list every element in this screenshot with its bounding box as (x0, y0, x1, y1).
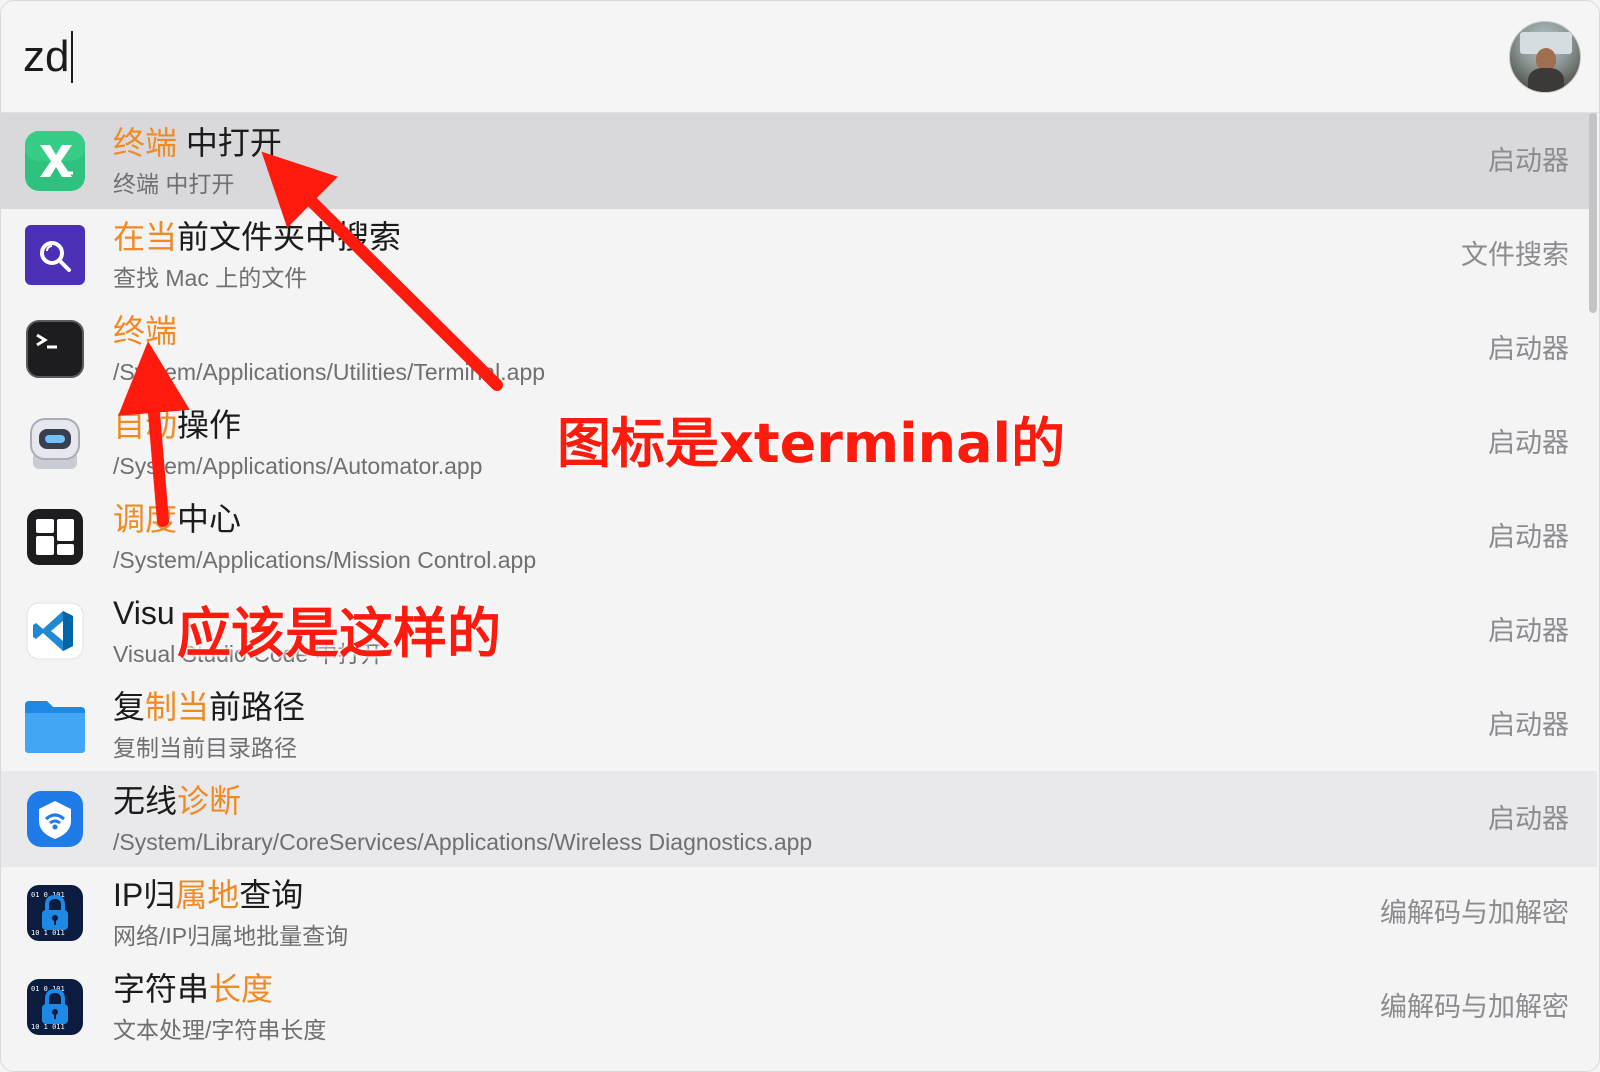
result-subtitle: 复制当前目录路径 (113, 735, 297, 761)
title-text: 前文件夹中搜索 (177, 219, 402, 255)
result-title: 调度中心 (113, 499, 241, 539)
result-subtitle: /System/Applications/Mission Control.app (113, 547, 537, 573)
title-match-highlight: 在当 (113, 219, 178, 255)
title-text: 中心 (177, 501, 242, 537)
launcher-window: zd 终端 中打开 终端 中打开 启动器 在当前文件夹中搜索 查找 Mac 上的… (0, 0, 1600, 1072)
title-match-highlight: 自动 (113, 407, 178, 443)
file-search-icon (23, 223, 87, 287)
result-subtitle: 终端 中打开 (113, 171, 235, 197)
mission-control-icon (23, 505, 87, 569)
scrollbar[interactable] (1589, 113, 1597, 1071)
result-row[interactable]: 01 0 101 10 1 011 IP归属地查询 网络/IP归属地批量查询 编… (1, 865, 1597, 961)
result-subtitle: /System/Applications/Utilities/Terminal.… (113, 359, 546, 385)
result-subtitle: 查找 Mac 上的文件 (113, 265, 308, 291)
title-match-highlight: 终端 (113, 125, 178, 161)
scroll-thumb[interactable] (1589, 113, 1597, 313)
result-title: 自动操作 (113, 405, 241, 445)
title-match-highlight: 长度 (209, 971, 274, 1007)
result-category: 启动器 (1488, 616, 1569, 646)
result-title: 复制当前路径 (113, 687, 305, 727)
result-row[interactable]: 01 0 101 10 1 011 字符串长度 文本处理/字符串长度 编解码与加… (1, 959, 1597, 1055)
vscode-icon (23, 599, 87, 663)
result-title: 终端 中打开 (113, 123, 282, 163)
title-text: 无线 (113, 783, 178, 819)
title-text: IP归 (113, 877, 176, 913)
search-query: zd (23, 32, 70, 81)
lock-code-icon: 01 0 101 10 1 011 (23, 881, 87, 945)
result-title: 终端 (113, 311, 177, 351)
terminal-icon (23, 317, 87, 381)
title-match-highlight: 调度 (113, 501, 178, 537)
result-row[interactable]: 调度中心 /System/Applications/Mission Contro… (1, 489, 1597, 585)
title-match-highlight: 属地 (175, 877, 240, 913)
result-category: 启动器 (1488, 710, 1569, 740)
result-subtitle: /System/Library/CoreServices/Application… (113, 829, 813, 855)
avatar[interactable] (1509, 21, 1581, 93)
result-category: 编解码与加解密 (1380, 898, 1569, 928)
result-row[interactable]: 复制当前路径 复制当前目录路径 启动器 (1, 677, 1597, 773)
result-category: 文件搜索 (1461, 240, 1569, 270)
xterminal-icon (23, 129, 87, 193)
annotation-note-2: 应该是这样的 (177, 602, 501, 665)
result-category: 启动器 (1488, 146, 1569, 176)
result-title: Visu (113, 593, 175, 633)
result-title: 在当前文件夹中搜索 (113, 217, 401, 257)
automator-icon (23, 411, 87, 475)
title-match-highlight: 终端 (113, 313, 178, 349)
folder-icon (23, 693, 87, 757)
result-row[interactable]: 无线诊断 /System/Library/CoreServices/Applic… (1, 771, 1597, 867)
title-text: 复 (113, 689, 146, 725)
title-text: 操作 (177, 407, 242, 443)
title-text: 前路径 (209, 689, 306, 725)
result-title: IP归属地查询 (113, 875, 303, 915)
result-subtitle: 文本处理/字符串长度 (113, 1017, 327, 1043)
svg-text:10 1 011: 10 1 011 (31, 929, 65, 937)
result-category: 编解码与加解密 (1380, 992, 1569, 1022)
result-category: 启动器 (1488, 522, 1569, 552)
result-title: 无线诊断 (113, 781, 241, 821)
title-text: 查询 (239, 877, 304, 913)
lock-code-icon: 01 0 101 10 1 011 (23, 975, 87, 1039)
result-category: 启动器 (1488, 428, 1569, 458)
result-row[interactable]: 终端 中打开 终端 中打开 启动器 (1, 113, 1597, 209)
result-subtitle: 网络/IP归属地批量查询 (113, 923, 349, 949)
result-row[interactable]: 终端 /System/Applications/Utilities/Termin… (1, 301, 1597, 397)
result-title: 字符串长度 (113, 969, 273, 1009)
search-input[interactable]: zd (23, 27, 1383, 87)
result-category: 启动器 (1488, 804, 1569, 834)
title-text: 字符串 (113, 971, 210, 1007)
text-caret (71, 31, 74, 83)
result-row[interactable]: 在当前文件夹中搜索 查找 Mac 上的文件 文件搜索 (1, 207, 1597, 303)
title-text: 中打开 (177, 125, 282, 161)
result-category: 启动器 (1488, 334, 1569, 364)
title-match-highlight: 诊断 (177, 783, 242, 819)
result-subtitle: /System/Applications/Automator.app (113, 453, 483, 479)
wireless-diagnostics-icon (23, 787, 87, 851)
svg-text:10 1 011: 10 1 011 (31, 1023, 65, 1031)
annotation-note-1: 图标是xterminal的 (557, 412, 1066, 475)
title-text: Visu (113, 595, 175, 631)
search-bar: zd (1, 1, 1599, 113)
title-match-highlight: 制当 (145, 689, 210, 725)
